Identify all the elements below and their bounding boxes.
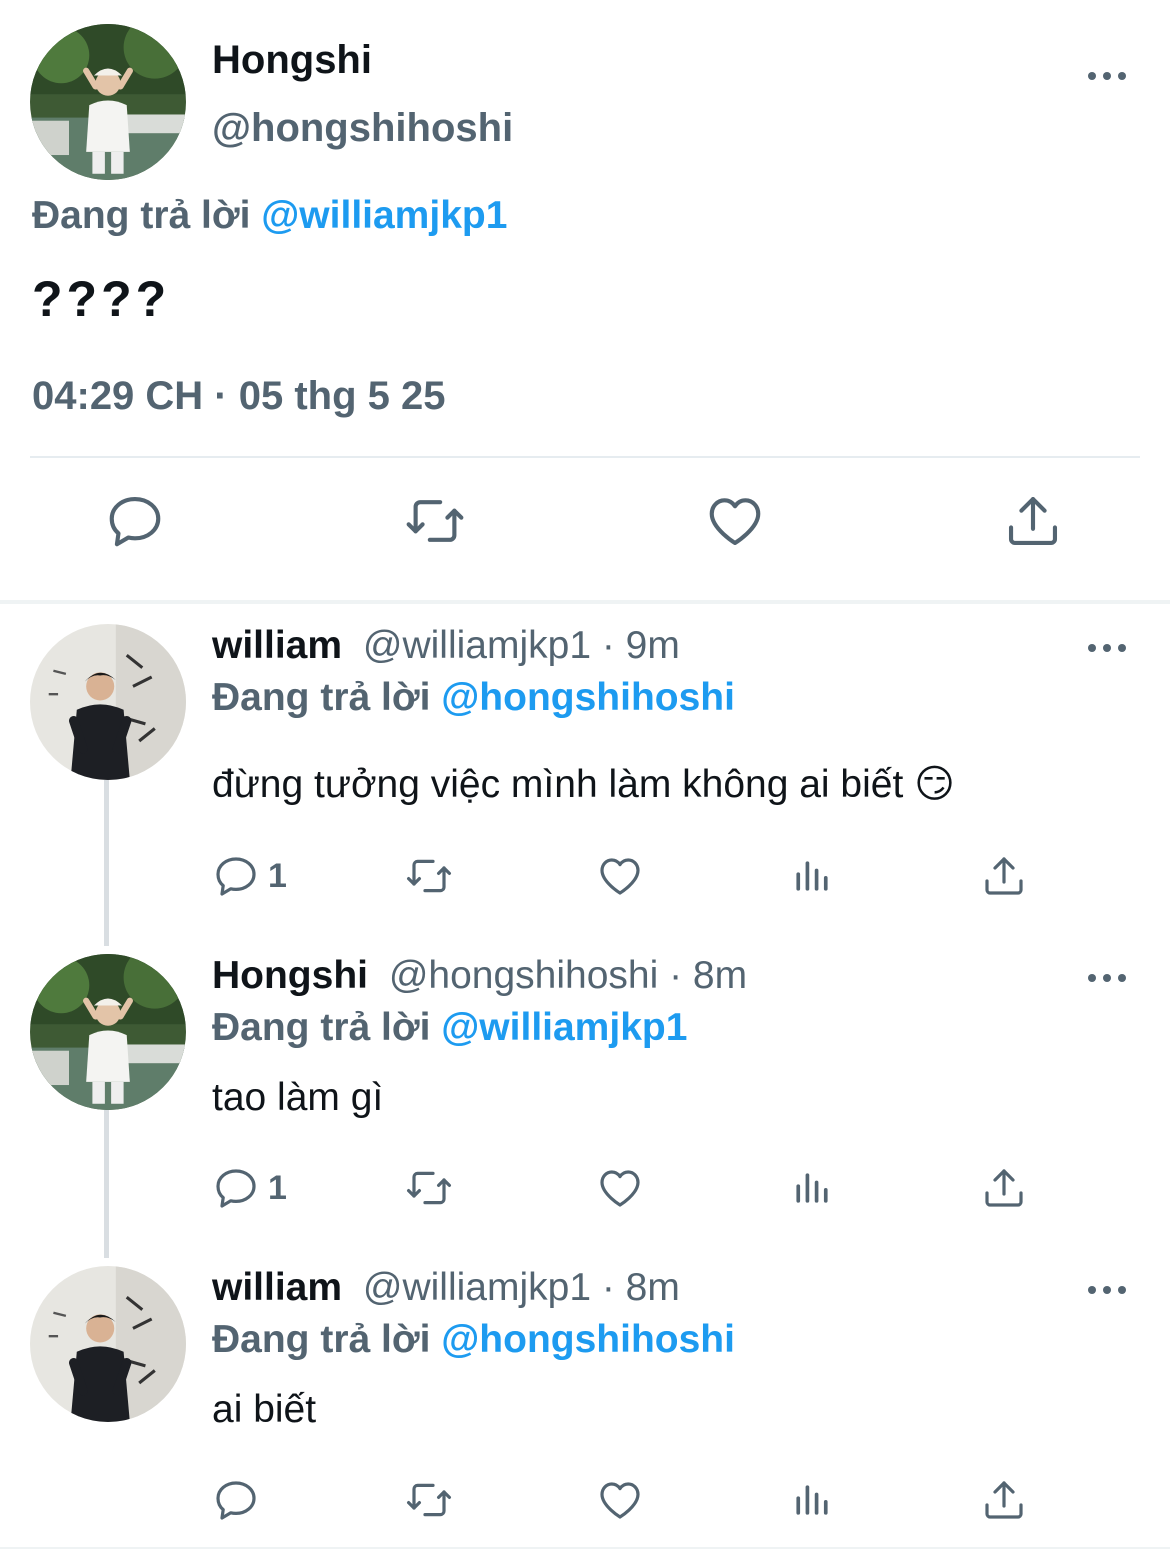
like-button[interactable] <box>596 1164 644 1212</box>
avatar-image <box>30 1266 186 1422</box>
more-options-icon[interactable] <box>1082 968 1132 988</box>
like-button[interactable] <box>596 1476 644 1524</box>
share-button[interactable] <box>980 852 1028 900</box>
reply-icon <box>212 1476 260 1524</box>
handle-time: @williamjkp1 · 9m <box>362 624 680 667</box>
reply-icon <box>212 852 260 900</box>
reply-tweet[interactable]: Hongshi @hongshihoshi · 8m Đang trả lời … <box>0 954 1170 1234</box>
replying-to: Đang trả lời @williamjkp1 <box>32 194 507 238</box>
share-icon <box>1002 490 1064 552</box>
retweet-button[interactable] <box>402 1164 456 1212</box>
user-handle[interactable]: @hongshihoshi <box>212 106 513 151</box>
reply-icon <box>104 490 166 552</box>
reply-count: 1 <box>268 856 287 895</box>
replying-prefix: Đang trả lời <box>212 1318 431 1361</box>
views-button[interactable] <box>790 854 834 898</box>
avatar-image <box>30 24 186 180</box>
replying-to: Đang trả lời @hongshihoshi <box>212 1318 735 1362</box>
handle-time: @hongshihoshi · 8m <box>388 954 748 997</box>
retweet-icon <box>402 1476 456 1524</box>
replying-prefix: Đang trả lời <box>212 1006 431 1049</box>
tweet-header: Hongshi @hongshihoshi · 8m <box>212 954 747 998</box>
replying-to: Đang trả lời @williamjkp1 <box>212 1006 687 1050</box>
reply-button[interactable]: 1 <box>212 852 287 900</box>
like-icon <box>596 852 644 900</box>
tweet-text: ???? <box>32 271 171 327</box>
tweet-header: william @williamjkp1 · 9m <box>212 624 680 668</box>
avatar[interactable] <box>30 24 186 180</box>
share-button[interactable] <box>980 1164 1028 1212</box>
retweet-icon <box>402 490 468 552</box>
more-options-icon[interactable] <box>1082 66 1132 86</box>
reply-button[interactable]: 1 <box>212 1164 287 1212</box>
mention-link[interactable]: @williamjkp1 <box>261 194 507 237</box>
retweet-icon <box>402 1164 456 1212</box>
share-button[interactable] <box>1002 490 1064 552</box>
retweet-button[interactable] <box>402 852 456 900</box>
mention-link[interactable]: @hongshihoshi <box>441 676 735 719</box>
share-icon <box>980 1476 1028 1524</box>
avatar-image <box>30 624 186 780</box>
reply-button[interactable] <box>104 490 166 552</box>
views-icon <box>790 1478 834 1522</box>
mention-link[interactable]: @hongshihoshi <box>441 1318 735 1361</box>
tweet-timestamp[interactable]: 04:29 CH · 05 thg 5 25 <box>32 374 446 419</box>
like-button[interactable] <box>704 490 766 552</box>
views-button[interactable] <box>790 1478 834 1522</box>
divider <box>30 456 1140 458</box>
reply-count: 1 <box>268 1168 287 1207</box>
views-button[interactable] <box>790 1166 834 1210</box>
main-tweet: Hongshi @hongshihoshi Đang trả lời @will… <box>0 0 1170 600</box>
like-icon <box>596 1476 644 1524</box>
more-options-icon[interactable] <box>1082 638 1132 658</box>
tweet-actions <box>0 490 1170 570</box>
avatar-image <box>30 954 186 1110</box>
handle-time: @williamjkp1 · 8m <box>362 1266 680 1309</box>
retweet-icon <box>402 852 456 900</box>
more-options-icon[interactable] <box>1082 1280 1132 1300</box>
avatar[interactable] <box>30 624 186 780</box>
retweet-button[interactable] <box>402 1476 456 1524</box>
like-icon <box>704 490 766 552</box>
views-icon <box>790 1166 834 1210</box>
section-divider <box>0 600 1170 604</box>
tweet-text: tao làm gì <box>212 1076 384 1119</box>
share-icon <box>980 852 1028 900</box>
display-name[interactable]: william <box>212 624 342 667</box>
like-icon <box>596 1164 644 1212</box>
tweet-header: william @williamjkp1 · 8m <box>212 1266 680 1310</box>
display-name[interactable]: Hongshi <box>212 954 368 997</box>
replying-prefix: Đang trả lời <box>212 676 431 719</box>
reply-button[interactable] <box>212 1476 268 1524</box>
reply-icon <box>212 1164 260 1212</box>
display-name[interactable]: william <box>212 1266 342 1309</box>
retweet-button[interactable] <box>402 490 468 552</box>
mention-link[interactable]: @williamjkp1 <box>441 1006 687 1049</box>
divider <box>0 1547 1170 1549</box>
reply-tweet[interactable]: william @williamjkp1 · 8m Đang trả lời @… <box>0 1266 1170 1546</box>
avatar[interactable] <box>30 954 186 1110</box>
share-icon <box>980 1164 1028 1212</box>
avatar[interactable] <box>30 1266 186 1422</box>
replying-to: Đang trả lời @hongshihoshi <box>212 676 735 720</box>
like-button[interactable] <box>596 852 644 900</box>
tweet-text: đừng tưởng việc mình làm không ai biết 😏 <box>212 763 955 806</box>
reply-tweet[interactable]: william @williamjkp1 · 9m Đang trả lời @… <box>0 624 1170 924</box>
tweet-text: ai biết <box>212 1388 317 1431</box>
replying-prefix: Đang trả lời <box>32 194 251 237</box>
display-name[interactable]: Hongshi <box>212 38 372 83</box>
share-button[interactable] <box>980 1476 1028 1524</box>
views-icon <box>790 854 834 898</box>
